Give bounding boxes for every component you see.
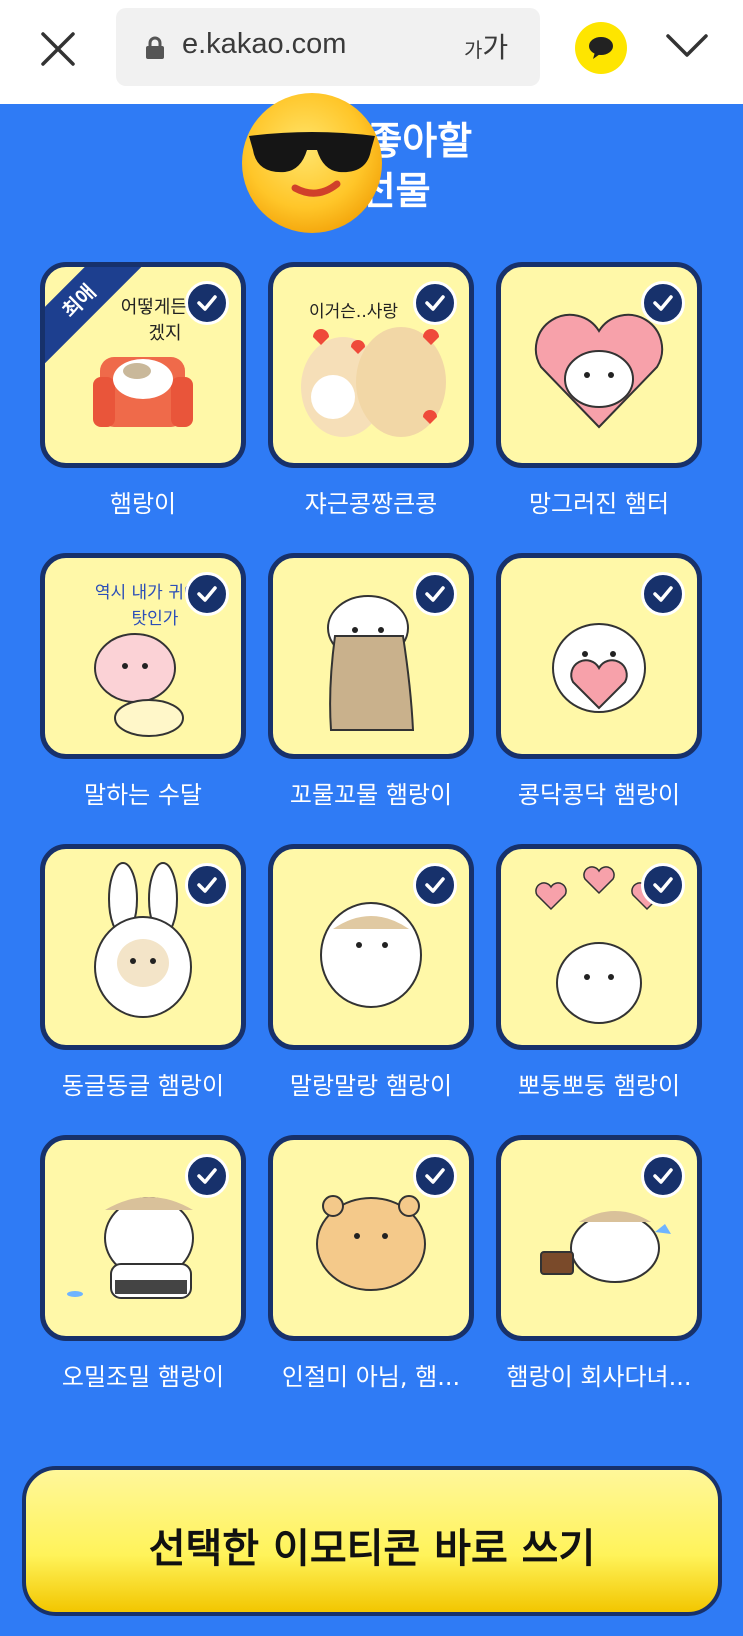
check-icon[interactable] bbox=[641, 281, 685, 325]
emoticon-card[interactable] bbox=[496, 1135, 702, 1341]
emoticon-name: 햄랑이 bbox=[109, 490, 177, 518]
emoticon-card[interactable] bbox=[496, 553, 702, 759]
emoticon-name: 인절미 아님, 햄... bbox=[281, 1363, 461, 1391]
sticker-caption: 이거슨..사랑 bbox=[309, 302, 399, 322]
emoticon-card[interactable] bbox=[496, 262, 702, 468]
emoticon-name: 햄랑이 회사다녀... bbox=[506, 1363, 692, 1391]
emoticon-name: 말하는 수달 bbox=[83, 781, 203, 809]
emoticon-name: 망그러진 햄터 bbox=[528, 490, 670, 518]
emoticon-card[interactable] bbox=[268, 1135, 474, 1341]
emoticon-name: 동글동글 햄랑이 bbox=[61, 1072, 225, 1100]
check-icon[interactable] bbox=[413, 863, 457, 907]
check-icon[interactable] bbox=[413, 572, 457, 616]
check-icon[interactable] bbox=[641, 572, 685, 616]
emoticon-grid: 최애 어떻게든 되겠지 햄랑이 이거슨..사랑 쟈근콩짱큰콩 망그러진 햄터 역… bbox=[0, 0, 743, 1636]
check-icon[interactable] bbox=[185, 572, 229, 616]
check-icon[interactable] bbox=[185, 1154, 229, 1198]
emoticon-name: 오밀조밀 햄랑이 bbox=[61, 1363, 225, 1391]
emoticon-card[interactable] bbox=[40, 844, 246, 1050]
emoticon-card[interactable]: 최애 어떻게든 되겠지 bbox=[40, 262, 246, 468]
cta-label: 선택한 이모티콘 바로 쓰기 bbox=[148, 1526, 596, 1572]
emoticon-card[interactable] bbox=[40, 1135, 246, 1341]
emoticon-card[interactable] bbox=[496, 844, 702, 1050]
emoticon-card[interactable] bbox=[268, 844, 474, 1050]
emoticon-card[interactable]: 이거슨..사랑 bbox=[268, 262, 474, 468]
check-icon[interactable] bbox=[413, 1154, 457, 1198]
emoticon-name: 말랑말랑 햄랑이 bbox=[289, 1072, 453, 1100]
emoticon-card[interactable] bbox=[268, 553, 474, 759]
check-icon[interactable] bbox=[185, 863, 229, 907]
use-selected-emoticons-button[interactable]: 선택한 이모티콘 바로 쓰기 bbox=[22, 1466, 722, 1616]
check-icon[interactable] bbox=[641, 863, 685, 907]
emoticon-name: 콩닥콩닥 햄랑이 bbox=[517, 781, 681, 809]
emoticon-card[interactable]: 역시 내가 귀여운 탓인가 bbox=[40, 553, 246, 759]
check-icon[interactable] bbox=[413, 281, 457, 325]
emoticon-name: 쟈근콩짱큰콩 bbox=[304, 490, 438, 518]
emoticon-name: 꼬물꼬물 햄랑이 bbox=[289, 781, 453, 809]
emoticon-name: 뽀둥뽀둥 햄랑이 bbox=[517, 1072, 681, 1100]
check-icon[interactable] bbox=[185, 281, 229, 325]
check-icon[interactable] bbox=[641, 1154, 685, 1198]
